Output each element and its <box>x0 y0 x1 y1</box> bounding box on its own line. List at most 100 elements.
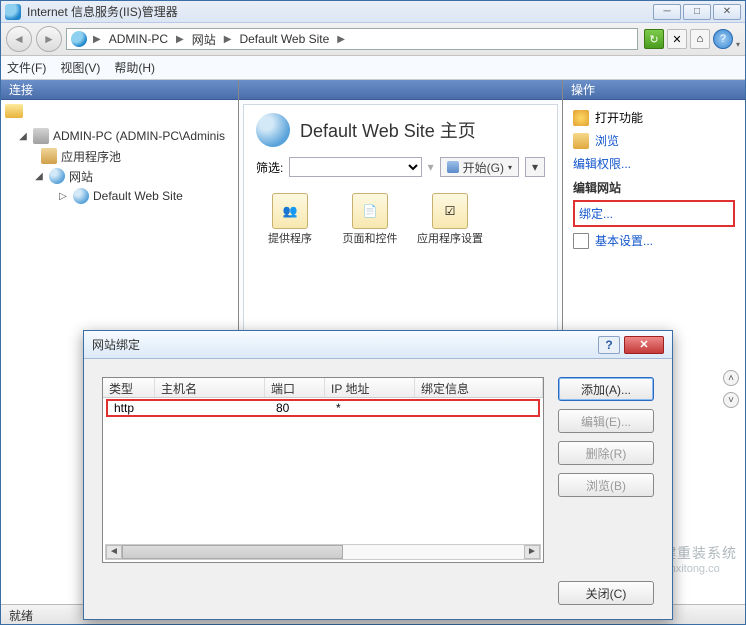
filter-select[interactable] <box>289 157 421 177</box>
feature-pages-controls[interactable]: 📄 页面和控件 <box>334 193 406 246</box>
tree-sites[interactable]: ◢ 网站 <box>3 166 236 186</box>
expand-down-icon[interactable]: ˅ <box>723 392 739 408</box>
remove-button[interactable]: 删除(R) <box>558 441 654 465</box>
tree-server-label: ADMIN-PC (ADMIN-PC\Adminis <box>53 129 225 143</box>
action-link[interactable]: 编辑权限... <box>573 155 631 172</box>
collapse-icon[interactable]: ◢ <box>17 131 29 142</box>
folder-icon[interactable] <box>5 104 23 118</box>
collapse-up-icon[interactable]: ˄ <box>723 370 739 386</box>
action-link[interactable]: 绑定... <box>579 205 613 222</box>
tree-sites-label: 网站 <box>69 168 93 185</box>
close-button[interactable]: 关闭(C) <box>558 581 654 605</box>
feature-providers[interactable]: 👥 提供程序 <box>254 193 326 246</box>
iis-manager-window: Internet 信息服务(IIS)管理器 ─ □ ✕ ◄ ► ▶ ADMIN-… <box>0 0 746 625</box>
expand-icon[interactable]: ▷ <box>57 191 69 202</box>
dropdown-icon: ▾ <box>508 163 512 172</box>
page-globe-icon <box>256 113 290 147</box>
col-type[interactable]: 类型 <box>103 378 155 397</box>
col-bind[interactable]: 绑定信息 <box>415 378 543 397</box>
edit-button[interactable]: 编辑(E)... <box>558 409 654 433</box>
menu-file[interactable]: 文件(F) <box>7 59 46 76</box>
help-icon[interactable]: ? <box>713 29 733 49</box>
start-label: 开始(G) <box>463 159 504 176</box>
binding-row[interactable]: http 80 * <box>106 399 540 417</box>
breadcrumb-site[interactable]: Default Web Site <box>237 32 331 46</box>
tree-apppools[interactable]: 应用程序池 <box>3 146 236 166</box>
page-title-row: Default Web Site 主页 <box>244 105 557 155</box>
col-port[interactable]: 端口 <box>265 378 325 397</box>
add-button[interactable]: 添加(A)... <box>558 377 654 401</box>
settings-icon: ☑ <box>432 193 468 229</box>
chevron-right-icon: ▶ <box>333 34 349 45</box>
sidebar-toolbar <box>1 100 238 122</box>
site-icon <box>73 188 89 204</box>
tree-default-site-label: Default Web Site <box>93 189 183 203</box>
action-open-feature[interactable]: 打开功能 <box>573 106 735 129</box>
doc-icon <box>573 233 589 249</box>
maximize-button[interactable]: □ <box>683 4 711 20</box>
chevron-right-icon: ▶ <box>89 34 105 45</box>
dropdown-icon[interactable]: ▾ <box>736 40 740 49</box>
scroll-track[interactable] <box>122 545 524 559</box>
horizontal-scrollbar[interactable]: ◄ ► <box>105 544 541 560</box>
close-button[interactable]: ✕ <box>713 4 741 20</box>
navbar: ◄ ► ▶ ADMIN-PC ▶ 网站 ▶ Default Web Site ▶… <box>1 23 745 56</box>
filter-label: 筛选: <box>256 159 283 176</box>
edit-site-heading: 编辑网站 <box>573 175 735 198</box>
address-bar[interactable]: ▶ ADMIN-PC ▶ 网站 ▶ Default Web Site ▶ <box>66 28 638 50</box>
breadcrumb-sites[interactable]: 网站 <box>190 31 218 48</box>
dialog-help-button[interactable]: ? <box>598 336 620 354</box>
highlight-box: 绑定... <box>573 200 735 227</box>
scroll-right-icon[interactable]: ► <box>524 545 540 559</box>
scroll-left-icon[interactable]: ◄ <box>106 545 122 559</box>
action-edit-permissions[interactable]: 编辑权限... <box>573 152 735 175</box>
menu-help[interactable]: 帮助(H) <box>114 59 155 76</box>
dialog-titlebar: 网站绑定 ? ✕ <box>84 331 672 359</box>
titlebar: Internet 信息服务(IIS)管理器 ─ □ ✕ <box>1 1 745 23</box>
refresh-icon[interactable]: ↻ <box>644 29 664 49</box>
tree-server[interactable]: ◢ ADMIN-PC (ADMIN-PC\Adminis <box>3 126 236 146</box>
collapse-icon[interactable]: ◢ <box>33 171 45 182</box>
separator: ▾ <box>428 160 434 174</box>
home-icon[interactable]: ⌂ <box>690 29 710 49</box>
globe-icon <box>71 31 87 47</box>
menu-view[interactable]: 视图(V) <box>60 59 100 76</box>
tree: ◢ ADMIN-PC (ADMIN-PC\Adminis 应用程序池 ◢ 网站 … <box>1 122 238 210</box>
browse-button[interactable]: 浏览(B) <box>558 473 654 497</box>
dialog-title: 网站绑定 <box>92 336 598 353</box>
pages-icon: 📄 <box>352 193 388 229</box>
open-icon <box>573 110 589 126</box>
action-basic-settings[interactable]: 基本设置... <box>573 229 735 252</box>
action-link[interactable]: 基本设置... <box>595 232 653 249</box>
connections-header: 连接 <box>1 80 238 100</box>
cell-type: http <box>108 401 160 415</box>
app-icon <box>5 4 21 20</box>
breadcrumb-server[interactable]: ADMIN-PC <box>107 32 170 46</box>
scroll-thumb[interactable] <box>122 545 343 559</box>
forward-button[interactable]: ► <box>36 26 62 52</box>
sites-icon <box>49 168 65 184</box>
col-host[interactable]: 主机名 <box>155 378 265 397</box>
dialog-close-button[interactable]: ✕ <box>624 336 664 354</box>
tree-apppool-label: 应用程序池 <box>61 148 121 165</box>
action-browse[interactable]: 浏览 <box>573 129 735 152</box>
chevron-right-icon: ▶ <box>220 34 236 45</box>
view-options[interactable]: ▾ <box>525 157 545 177</box>
action-bindings[interactable]: 绑定... <box>579 202 729 225</box>
window-title: Internet 信息服务(IIS)管理器 <box>27 3 653 20</box>
start-button[interactable]: 开始(G) ▾ <box>440 157 519 177</box>
bindings-list[interactable]: 类型 主机名 端口 IP 地址 绑定信息 http 80 * ◄ <box>102 377 544 563</box>
stop-icon[interactable]: ✕ <box>667 29 687 49</box>
dialog-body: 类型 主机名 端口 IP 地址 绑定信息 http 80 * ◄ <box>84 359 672 573</box>
action-link[interactable]: 浏览 <box>595 132 619 149</box>
tree-default-site[interactable]: ▷ Default Web Site <box>3 186 236 206</box>
list-header: 类型 主机名 端口 IP 地址 绑定信息 <box>103 378 543 398</box>
menubar: 文件(F) 视图(V) 帮助(H) <box>1 56 745 80</box>
minimize-button[interactable]: ─ <box>653 4 681 20</box>
cell-host <box>160 401 270 415</box>
feature-app-settings[interactable]: ☑ 应用程序设置 <box>414 193 486 246</box>
back-button[interactable]: ◄ <box>6 26 32 52</box>
dialog-buttons: 添加(A)... 编辑(E)... 删除(R) 浏览(B) <box>558 377 654 563</box>
col-ip[interactable]: IP 地址 <box>325 378 415 397</box>
filter-row: 筛选: ▾ 开始(G) ▾ ▾ <box>244 155 557 183</box>
